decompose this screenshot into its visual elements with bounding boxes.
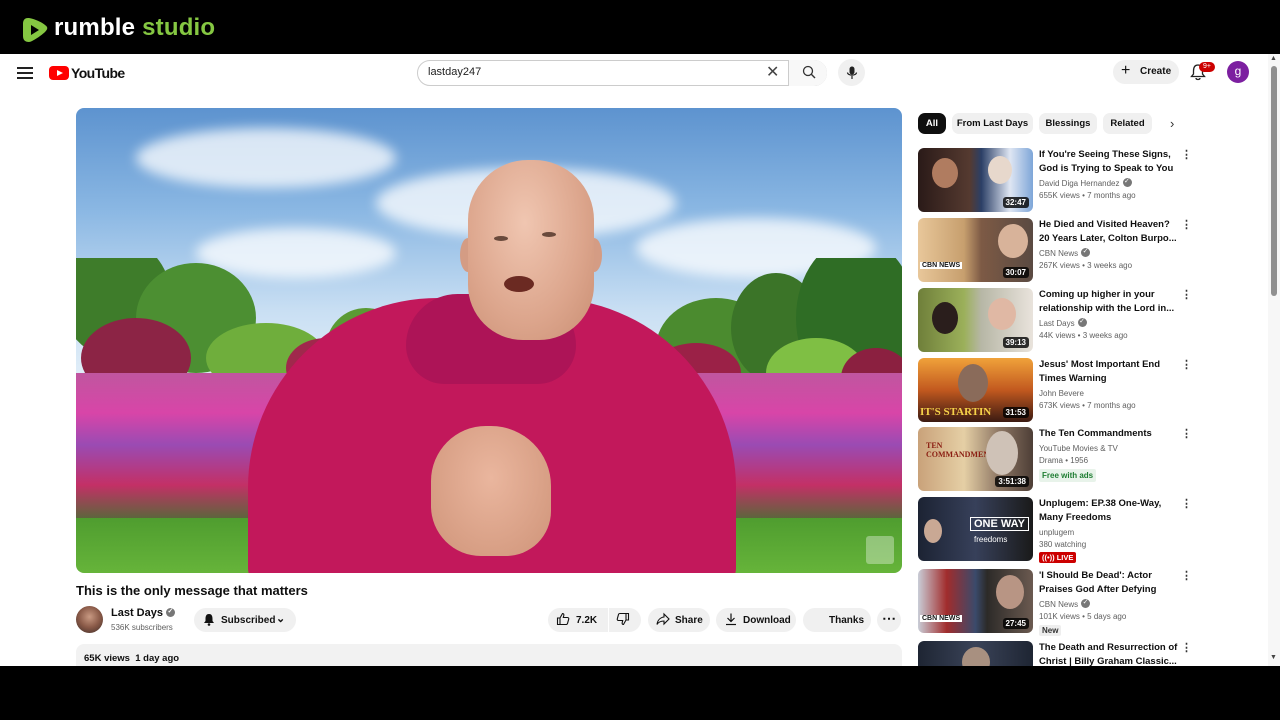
video-thumbnail[interactable]: 32:47 — [918, 148, 1033, 212]
download-button[interactable]: Download — [716, 608, 796, 632]
rumble-studio-bar: rumble studio — [0, 0, 1280, 54]
voice-search-button[interactable] — [838, 59, 865, 86]
youtube-wordmark[interactable]: YouTube — [71, 65, 125, 81]
more-vertical-icon[interactable]: ⋮ — [1181, 499, 1192, 510]
like-button[interactable]: 7.2K — [548, 608, 608, 632]
chip-from-last-days[interactable]: From Last Days — [952, 113, 1033, 134]
scrollbar-thumb[interactable] — [1271, 66, 1277, 296]
rumble-studio-wordmark: rumble studio — [54, 14, 216, 41]
thumbs-up-icon — [556, 612, 570, 626]
scroll-down-arrow-icon[interactable]: ▼ — [1270, 654, 1277, 661]
description-box[interactable]: 65K views 1 day ago — [76, 644, 902, 666]
live-badge: ((•)) LIVE — [1039, 552, 1077, 563]
channel-name[interactable]: Last Days — [111, 607, 175, 619]
more-vertical-icon[interactable]: ⋮ — [1181, 571, 1192, 582]
clear-search-icon[interactable]: ✕ — [766, 65, 779, 81]
youtube-page: YouTube ✕ + Create 9+ g — [0, 54, 1280, 666]
presenter-mouth — [504, 276, 534, 292]
more-horizontal-icon: ⋯ — [882, 610, 896, 626]
recommendation-item[interactable]: ONE WAY freedoms Unplugem: EP.38 One-Way… — [918, 497, 1192, 563]
create-button[interactable]: + Create — [1113, 60, 1179, 84]
subscribed-button[interactable]: Subscribed ⌄ — [194, 608, 296, 632]
recommendation-item[interactable]: 32:47 If You're Seeing These Signs, God … — [918, 148, 1192, 214]
view-count-and-date: 65K views 1 day ago — [84, 653, 180, 664]
scroll-up-arrow-icon[interactable]: ▲ — [1270, 55, 1277, 62]
search-input[interactable] — [428, 66, 748, 78]
plus-icon: + — [1121, 62, 1131, 79]
recommendation-item[interactable]: 39:13 Coming up higher in your relations… — [918, 288, 1192, 354]
video-watermark-icon — [866, 536, 894, 564]
share-icon — [656, 612, 670, 626]
video-thumbnail[interactable]: ONE WAY freedoms — [918, 497, 1033, 561]
microphone-icon — [846, 66, 857, 79]
rumble-logo-icon — [23, 18, 48, 42]
search-icon — [802, 65, 816, 79]
more-vertical-icon[interactable]: ⋮ — [1181, 643, 1192, 654]
recommendation-item[interactable]: The Death and Resurrection of Christ | B… — [918, 641, 1192, 666]
thumbs-down-icon — [616, 612, 630, 626]
more-vertical-icon[interactable]: ⋮ — [1181, 150, 1192, 161]
menu-icon[interactable] — [17, 67, 33, 79]
verified-icon — [1081, 247, 1091, 258]
free-with-ads-badge: Free with ads — [1039, 469, 1097, 482]
video-player[interactable] — [76, 108, 902, 573]
presenter-hand — [431, 426, 551, 556]
search-button[interactable] — [788, 60, 827, 86]
verified-icon — [1122, 177, 1132, 188]
verified-icon — [165, 607, 175, 617]
more-vertical-icon[interactable]: ⋮ — [1181, 290, 1192, 301]
youtube-logo-icon[interactable] — [49, 66, 69, 80]
new-badge: New — [1039, 625, 1062, 636]
page-scrollbar[interactable]: ▲ ▼ — [1268, 54, 1280, 666]
more-vertical-icon[interactable]: ⋮ — [1181, 220, 1192, 231]
chip-blessings[interactable]: Blessings — [1039, 113, 1097, 134]
video-thumbnail[interactable]: CBN NEWS 27:45 — [918, 569, 1033, 633]
video-thumbnail[interactable]: CBN NEWS 30:07 — [918, 218, 1033, 282]
thanks-button[interactable]: Thanks — [803, 608, 871, 632]
chip-related[interactable]: Related — [1103, 113, 1152, 134]
letterbox-bottom — [0, 666, 1280, 720]
subscriber-count: 536K subscribers — [111, 623, 173, 632]
recommendation-item[interactable]: CBN NEWS 30:07 He Died and Visited Heave… — [918, 218, 1192, 284]
recommendation-item[interactable]: CBN NEWS 27:45 'I Should Be Dead': Actor… — [918, 569, 1192, 636]
account-avatar[interactable]: g — [1227, 61, 1249, 83]
more-vertical-icon[interactable]: ⋮ — [1181, 429, 1192, 440]
verified-icon — [1081, 598, 1091, 609]
chevron-down-icon: ⌄ — [276, 613, 286, 625]
video-thumbnail[interactable]: TEN COMMANDMENTS 3:51:38 — [918, 427, 1033, 491]
search-bar: ✕ — [417, 60, 827, 86]
chevron-right-icon[interactable]: › — [1170, 116, 1174, 131]
more-actions-button[interactable]: ⋯ — [877, 608, 901, 632]
channel-avatar[interactable] — [76, 606, 103, 633]
share-button[interactable]: Share — [648, 608, 710, 632]
video-title: This is the only message that matters — [76, 583, 308, 598]
video-thumbnail[interactable] — [918, 641, 1033, 666]
chip-all[interactable]: All — [918, 113, 946, 134]
notification-count-badge: 9+ — [1199, 62, 1215, 72]
bell-icon — [204, 614, 214, 626]
video-thumbnail[interactable]: IT'S STARTIN 31:53 — [918, 358, 1033, 422]
presenter-head — [468, 160, 594, 340]
recommendation-item[interactable]: IT'S STARTIN 31:53 Jesus' Most Important… — [918, 358, 1192, 424]
recommendation-item[interactable]: TEN COMMANDMENTS 3:51:38 The Ten Command… — [918, 427, 1192, 493]
download-icon — [726, 613, 736, 626]
dislike-button[interactable] — [609, 608, 641, 632]
video-thumbnail[interactable]: 39:13 — [918, 288, 1033, 352]
more-vertical-icon[interactable]: ⋮ — [1181, 360, 1192, 371]
verified-icon — [1077, 317, 1087, 328]
